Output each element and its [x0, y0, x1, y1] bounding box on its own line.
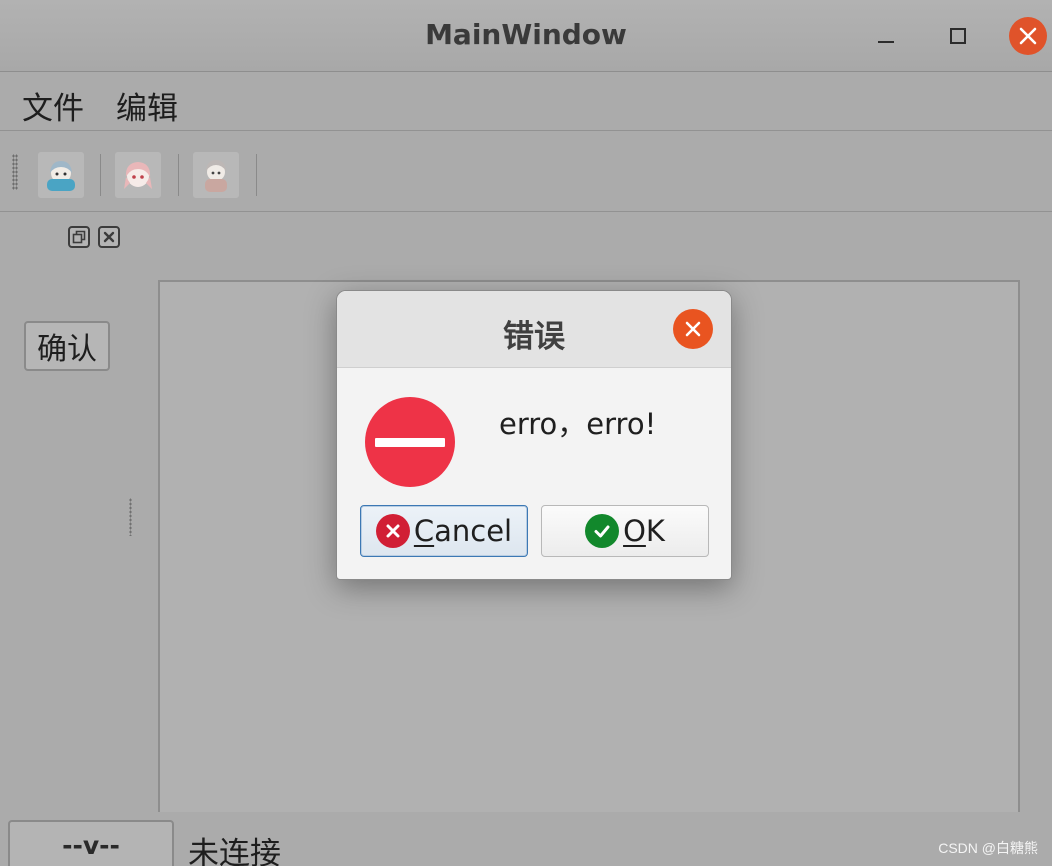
toolbar-action-1[interactable] — [38, 152, 84, 198]
menu-edit[interactable]: 编辑 — [116, 83, 178, 128]
close-button[interactable] — [1008, 16, 1048, 56]
maximize-icon — [950, 28, 966, 44]
menu-file[interactable]: 文件 — [22, 83, 84, 128]
cancel-label: Cancel — [413, 514, 513, 548]
maximize-button[interactable] — [938, 16, 978, 56]
float-icon — [72, 230, 86, 244]
close-icon — [1009, 17, 1047, 55]
confirm-button[interactable]: 确认 — [24, 321, 110, 371]
check-icon — [585, 514, 620, 548]
dialog-title-bar[interactable]: 错误 — [337, 291, 731, 368]
ok-label: OK — [623, 514, 665, 548]
close-icon — [685, 321, 701, 337]
toolbar-action-2[interactable] — [115, 152, 161, 198]
status-bar: --v-- 未连接 CSDN @白糖熊 — [0, 812, 1052, 866]
critical-dash — [375, 437, 445, 447]
ok-button[interactable]: OK — [541, 505, 709, 557]
error-dialog: 错误 erro，erro! Cancel OK — [336, 290, 732, 580]
close-icon — [103, 231, 115, 243]
toolbar-action-3[interactable] — [193, 152, 239, 198]
toolbar-separator — [256, 154, 257, 196]
menu-bar: 文件 编辑 — [0, 73, 1052, 131]
cancel-icon — [375, 514, 410, 548]
cancel-button[interactable]: Cancel — [360, 505, 528, 557]
critical-icon — [365, 397, 455, 487]
toolbar-separator — [178, 154, 179, 196]
avatar-pink-icon — [124, 162, 152, 189]
dock-splitter-handle[interactable] — [129, 498, 132, 536]
minimize-button[interactable] — [866, 16, 906, 56]
toolbar-grip[interactable] — [12, 154, 18, 190]
avatar-blue-icon — [47, 161, 75, 191]
title-bar[interactable]: MainWindow — [0, 0, 1052, 72]
toolbar — [0, 132, 1052, 212]
connection-status: 未连接 — [188, 836, 281, 866]
avatar-grey-icon — [205, 160, 227, 192]
minimize-icon — [878, 41, 894, 43]
dock-float-button[interactable] — [68, 226, 90, 248]
dialog-message: erro，erro! — [499, 407, 657, 441]
dialog-close-button[interactable] — [673, 309, 713, 349]
dialog-title: 错误 — [503, 319, 565, 355]
watermark: CSDN @白糖熊 — [938, 840, 1038, 856]
status-toggle-button[interactable]: --v-- — [8, 820, 174, 866]
dock-close-button[interactable] — [98, 226, 120, 248]
toolbar-separator — [100, 154, 101, 196]
